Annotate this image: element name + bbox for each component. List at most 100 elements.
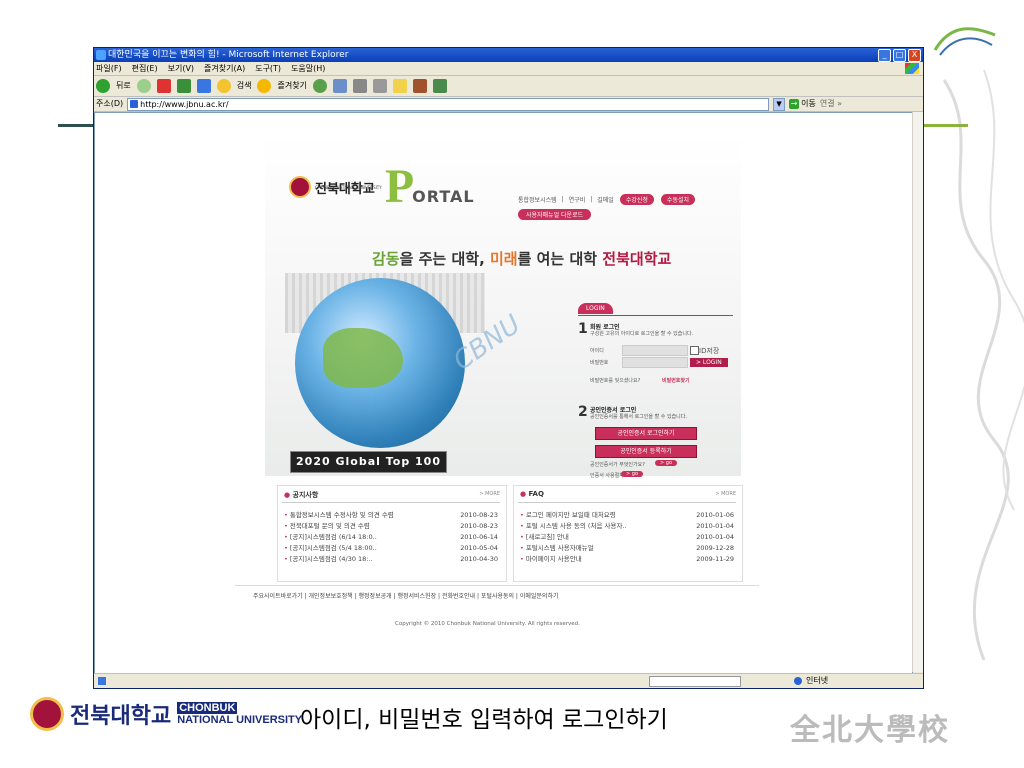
footer-divider xyxy=(235,585,759,586)
address-dropdown-icon[interactable]: ▼ xyxy=(773,97,786,111)
research-icon[interactable] xyxy=(412,79,427,93)
faq-list: • 로그인 페이지만 보일때 대처요령 2010-01-06 • 포털 시스템 사용 … xyxy=(520,510,734,565)
manual-install-button[interactable]: 수동설치 xyxy=(659,193,697,206)
footer-links[interactable]: 주요사이트바로가기 | 개인정보보호정책 | 행정정보공개 | 행정서비스헌장 … xyxy=(253,591,559,600)
slide-caption: 아이디, 비밀번호 입력하여 로그인하기 xyxy=(300,707,668,733)
manual-download-button[interactable]: 사용자매뉴얼 다운로드 xyxy=(518,209,592,220)
login-button[interactable]: > LOGIN xyxy=(690,358,728,367)
faq-row-text: 포털시스템 사용자매뉴얼 xyxy=(525,544,594,552)
floral-decoration-icon xyxy=(942,69,1024,661)
zone-label: 인터넷 xyxy=(806,676,829,685)
faq-box: ● FAQ > MORE • 로그인 페이지만 보일때 대처요령 2010-01-0… xyxy=(513,485,743,582)
menu-view[interactable]: 보기(V) xyxy=(168,62,194,75)
notice-row-text: 통합정보시스템 수정사항 및 의견 수렴 xyxy=(289,511,394,519)
link-integrated-system[interactable]: 통합정보시스템 xyxy=(518,195,557,204)
refresh-icon[interactable] xyxy=(176,79,191,93)
notice-row-text: 전북대포털 문의 및 의견 수렴 xyxy=(289,522,370,530)
save-id-checkbox[interactable] xyxy=(690,346,699,355)
ie-logo-icon xyxy=(96,50,106,60)
favorites-button[interactable]: 즐겨찾기 xyxy=(277,76,306,96)
faq-title: ● FAQ xyxy=(520,490,544,498)
notice-row[interactable]: • 전북대포털 문의 및 의견 수렴 2010-08-23 xyxy=(284,521,498,532)
faq-row[interactable]: • 포털시스템 사용자매뉴얼 2009-12-28 xyxy=(520,543,734,554)
login-tab: LOGIN xyxy=(578,303,613,314)
link-mail[interactable]: 길메일 xyxy=(597,195,614,204)
search-icon[interactable] xyxy=(216,79,231,93)
history-icon[interactable] xyxy=(312,79,327,93)
menu-edit[interactable]: 편집(E) xyxy=(132,62,158,75)
go-arrow-icon: → xyxy=(789,99,800,109)
go-label: 이동 xyxy=(801,99,816,108)
mail-icon[interactable] xyxy=(332,79,347,93)
page-status-icon xyxy=(98,677,106,685)
home-icon[interactable] xyxy=(196,79,211,93)
address-label: 주소(D) xyxy=(96,99,124,108)
swirl-decoration-icon xyxy=(933,27,996,56)
menu-tools[interactable]: 도구(T) xyxy=(255,62,281,75)
slogan-part: 를 여는 xyxy=(517,250,570,268)
faq-more-link[interactable]: > MORE xyxy=(715,491,736,497)
global-top-banner[interactable]: 2020 Global Top 100 xyxy=(290,451,447,473)
slide-university-logo: 전북대학교 CHONBUK NATIONAL UNIVERSITY xyxy=(30,697,302,731)
id-input[interactable] xyxy=(622,345,688,356)
faq-row[interactable]: • 로그인 페이지만 보일때 대처요령 2010-01-06 xyxy=(520,510,734,521)
password-input[interactable] xyxy=(622,357,688,368)
menu-file[interactable]: 파일(F) xyxy=(96,62,122,75)
slogan-part: 감동 xyxy=(372,250,400,268)
course-apply-button[interactable]: 수강신청 xyxy=(618,193,655,206)
notice-row[interactable]: • [공지]시스템점검 (6/14 18:0.. 2010-06-14 xyxy=(284,532,498,543)
maximize-button[interactable]: □ xyxy=(893,49,906,62)
top-links: 통합정보시스템 | 연구비 | 길메일 수강신청 수동설치 xyxy=(518,193,697,206)
notice-title-label: 공지사항 xyxy=(292,491,319,499)
edit-icon[interactable] xyxy=(372,79,387,93)
step-two-number: 2 xyxy=(578,404,588,420)
notice-row-text: [공지]시스템점검 (5/4 18:00.. xyxy=(289,544,377,552)
faq-row-date: 2009-11-29 xyxy=(696,555,734,563)
cert-register-button[interactable]: 공인인증서 등록하기 xyxy=(595,445,697,458)
notice-row[interactable]: • [공지]시스템점검 (4/30 18:.. 2010-04-30 xyxy=(284,554,498,565)
stop-icon[interactable] xyxy=(156,79,171,93)
portal-logo[interactable]: 전북대학교 CHONBUK NATIONAL UNIVERSITY P ORTA… xyxy=(289,163,475,211)
links-label[interactable]: 연결 » xyxy=(820,97,842,111)
notice-row[interactable]: • 통합정보시스템 수정사항 및 의견 수렴 2010-08-23 xyxy=(284,510,498,521)
faq-row[interactable]: • [새로고침] 안내 2010-01-04 xyxy=(520,532,734,543)
minimize-button[interactable]: _ xyxy=(878,49,891,62)
cert-login-button[interactable]: 공인인증서 로그인하기 xyxy=(595,427,697,440)
back-arrow-icon[interactable] xyxy=(96,79,110,93)
faq-divider xyxy=(518,502,736,503)
cert-procedure-go-button[interactable]: > go xyxy=(621,471,644,477)
folder-icon[interactable] xyxy=(392,79,407,93)
search-button[interactable]: 검색 xyxy=(237,76,252,96)
slide-univ-name: 전북대학교 xyxy=(70,704,172,729)
back-button[interactable]: 뒤로 xyxy=(116,76,131,96)
link-research-fund[interactable]: 연구비 xyxy=(569,195,586,204)
id-label: 아이디 xyxy=(590,348,604,354)
notice-list: • 통합정보시스템 수정사항 및 의견 수렴 2010-08-23 • 전북대포털 문… xyxy=(284,510,498,565)
hanja-watermark: 全北大學校 xyxy=(790,713,950,748)
vertical-scrollbar[interactable] xyxy=(912,112,923,672)
member-login-desc: 구성원 고유의 아이디로 로그인을 할 수 있습니다. xyxy=(590,331,694,337)
find-password-link[interactable]: 비밀번호찾기 xyxy=(662,377,690,384)
window-title: 대한민국을 이끄는 변화의 힘! - Microsoft Internet Ex… xyxy=(108,50,349,60)
notice-more-link[interactable]: > MORE xyxy=(479,491,500,497)
faq-row[interactable]: • 마이페이지 사용안내 2009-11-29 xyxy=(520,554,734,565)
menu-help[interactable]: 도움말(H) xyxy=(291,62,325,75)
go-button[interactable]: → 이동 xyxy=(789,97,816,111)
print-icon[interactable] xyxy=(352,79,367,93)
notice-row[interactable]: • [공지]시스템점검 (5/4 18:00.. 2010-05-04 xyxy=(284,543,498,554)
cert-what-go-button[interactable]: > go xyxy=(655,460,678,466)
faq-row-date: 2010-01-04 xyxy=(696,533,734,541)
faq-row-text: 마이페이지 사용안내 xyxy=(525,555,582,563)
menu-favorites[interactable]: 즐겨찾기(A) xyxy=(204,62,245,75)
faq-row[interactable]: • 포털 시스템 사용 동의 (처음 사용자.. 2010-01-04 xyxy=(520,521,734,532)
messenger-icon[interactable] xyxy=(432,79,447,93)
notice-row-date: 2010-05-04 xyxy=(460,544,498,552)
login-box: LOGIN 1 회원 로그인 구성원 고유의 아이디로 로그인을 할 수 있습니… xyxy=(578,303,733,463)
slogan-part: 을 주는 xyxy=(399,250,452,268)
web-content: 전북대학교 CHONBUK NATIONAL UNIVERSITY P ORTA… xyxy=(94,112,913,674)
close-button[interactable]: X xyxy=(908,49,921,62)
cert-procedure-text: 인증서 사용절차 xyxy=(590,473,624,479)
address-input[interactable]: http://www.jbnu.ac.kr/ xyxy=(127,97,770,111)
forward-arrow-icon[interactable] xyxy=(136,79,151,93)
favorites-star-icon[interactable] xyxy=(257,79,272,93)
